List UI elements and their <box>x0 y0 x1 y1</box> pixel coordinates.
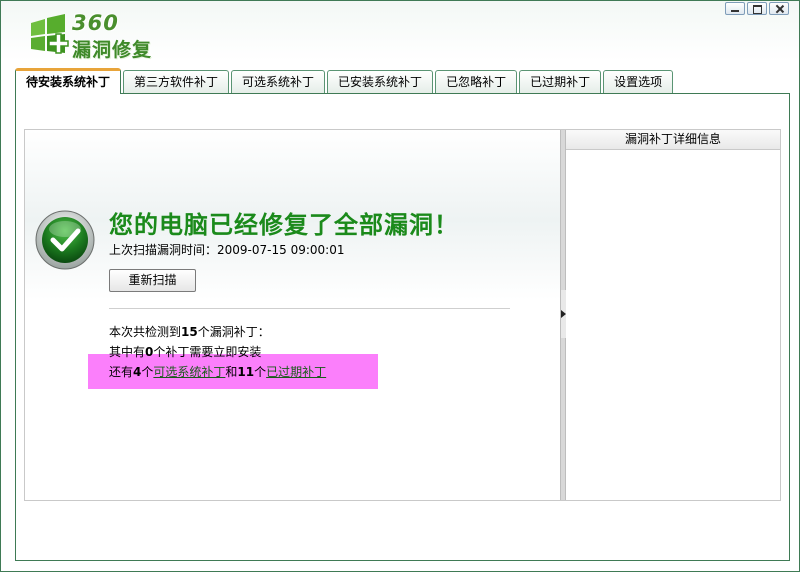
last-scan-info: 上次扫描漏洞时间：2009-07-15 09:00:01 <box>109 241 344 258</box>
maximize-button[interactable] <box>747 2 767 15</box>
tab-settings[interactable]: 设置选项 <box>603 70 674 94</box>
tab-optional-system-patches[interactable]: 可选系统补丁 <box>231 70 326 94</box>
summary-line-remaining: 还有4个可选系统补丁和11个已过期补丁 <box>109 365 327 379</box>
status-pane: 您的电脑已经修复了全部漏洞！ 上次扫描漏洞时间：2009-07-15 09:00… <box>25 130 560 500</box>
tab-bar: 待安装系统补丁 第三方软件补丁 可选系统补丁 已安装系统补丁 已忽略补丁 已过期… <box>15 68 675 94</box>
tab-third-party-patches[interactable]: 第三方软件补丁 <box>123 70 230 94</box>
window-controls <box>725 2 789 15</box>
status-title: 您的电脑已经修复了全部漏洞！ <box>109 211 459 239</box>
close-button[interactable] <box>769 2 789 15</box>
summary-line-total: 本次共检测到15个漏洞补丁： <box>109 325 270 339</box>
divider <box>109 308 510 309</box>
windows-flag-icon <box>31 14 69 54</box>
summary-line-urgent: 其中有0个补丁需要立即安装 <box>109 345 262 359</box>
optional-patches-link[interactable]: 可选系统补丁 <box>153 365 225 379</box>
check-icon <box>35 210 95 270</box>
content-area: 您的电脑已经修复了全部漏洞！ 上次扫描漏洞时间：2009-07-15 09:00… <box>24 129 781 501</box>
total-patch-count: 15 <box>181 325 198 339</box>
tab-expired-patches[interactable]: 已过期补丁 <box>519 70 602 94</box>
expired-patches-link[interactable]: 已过期补丁 <box>266 365 326 379</box>
logo-name: 漏洞修复 <box>72 39 153 61</box>
rescan-button[interactable]: 重新扫描 <box>109 269 196 292</box>
tab-pending-system-patches[interactable]: 待安装系统补丁 <box>15 68 122 94</box>
tab-panel: 您的电脑已经修复了全部漏洞！ 上次扫描漏洞时间：2009-07-15 09:00… <box>15 93 790 561</box>
app-window: 360 漏洞修复 待安装系统补丁 第三方软件补丁 可选系统补丁 已安装系统补丁 … <box>0 0 800 572</box>
tab-ignored-patches[interactable]: 已忽略补丁 <box>435 70 518 94</box>
expired-patch-count: 11 <box>237 365 255 379</box>
tab-installed-system-patches[interactable]: 已安装系统补丁 <box>327 70 434 94</box>
last-scan-time: 2009-07-15 09:00:01 <box>217 243 345 257</box>
detail-pane-header: 漏洞补丁详细信息 <box>566 130 780 150</box>
last-scan-label: 上次扫描漏洞时间： <box>109 243 218 257</box>
app-logo: 360 漏洞修复 <box>25 11 155 61</box>
logo-number: 360 <box>72 11 119 35</box>
minimize-button[interactable] <box>725 2 745 15</box>
detail-pane: 漏洞补丁详细信息 <box>566 130 780 500</box>
